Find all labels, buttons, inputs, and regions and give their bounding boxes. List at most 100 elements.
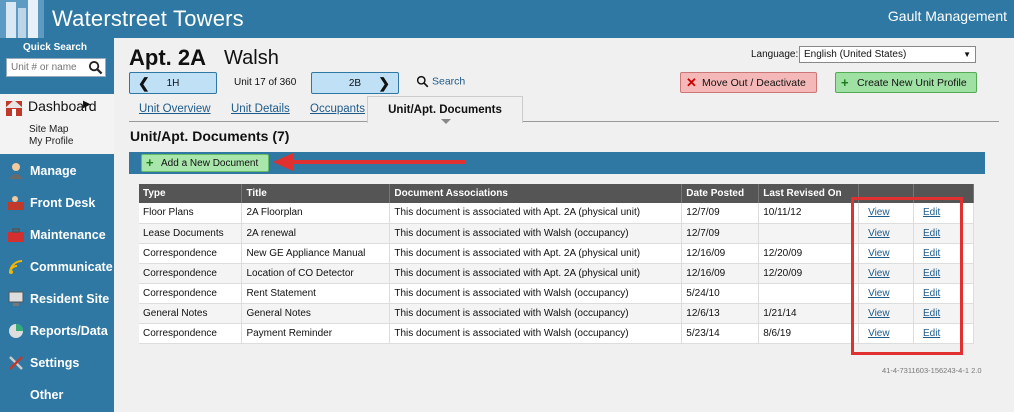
sidebar-item-communicate[interactable]: Communicate bbox=[0, 256, 114, 280]
cell-last-revised bbox=[758, 283, 860, 304]
cell-type: Lease Documents bbox=[139, 223, 243, 244]
quick-search-input[interactable] bbox=[7, 59, 87, 76]
cell-date-posted: 12/6/13 bbox=[681, 303, 760, 324]
cell-title: 2A renewal bbox=[241, 223, 391, 244]
cell-title: New GE Appliance Manual bbox=[241, 243, 391, 264]
cell-associations: This document is associated with Walsh (… bbox=[389, 223, 683, 244]
toolbox-icon bbox=[8, 228, 24, 242]
tab-unit-overview[interactable]: Unit Overview bbox=[139, 103, 211, 115]
sidebar: Quick Search Dashboard ▶ Site Map My Pro… bbox=[0, 38, 114, 412]
annotation-highlight-box bbox=[851, 197, 963, 355]
column-header-last-revised[interactable]: Last Revised On bbox=[758, 184, 860, 203]
sidebar-item-maintenance[interactable]: Maintenance bbox=[0, 224, 114, 248]
tab-unit-documents[interactable]: Unit/Apt. Documents bbox=[367, 96, 523, 124]
sidebar-item-other[interactable]: Other bbox=[0, 384, 114, 408]
close-icon: ✕ bbox=[686, 75, 697, 90]
cell-title: Payment Reminder bbox=[241, 323, 391, 344]
version-string: 41-4-7311603-156243-4-1 2.0 bbox=[882, 366, 982, 375]
search-icon[interactable] bbox=[88, 60, 103, 75]
search-icon bbox=[416, 75, 429, 88]
active-tab-indicator-icon bbox=[441, 119, 451, 124]
table-header-row: Type Title Document Associations Date Po… bbox=[139, 184, 974, 203]
chevron-right-icon: ❯ bbox=[378, 75, 390, 91]
cell-associations: This document is associated with Walsh (… bbox=[389, 283, 683, 304]
cell-type: Correspondence bbox=[139, 243, 243, 264]
language-label: Language: bbox=[751, 49, 799, 60]
tools-icon bbox=[9, 356, 23, 370]
cell-title: Location of CO Detector bbox=[241, 263, 391, 284]
sidebar-item-reports-data[interactable]: Reports/Data bbox=[0, 320, 114, 344]
cell-date-posted: 5/23/14 bbox=[681, 323, 760, 344]
company-name: Gault Management bbox=[887, 8, 1007, 24]
table-row: Correspondence New GE Appliance Manual T… bbox=[139, 243, 974, 264]
cell-associations: This document is associated with Apt. 2A… bbox=[389, 263, 683, 284]
cell-date-posted: 12/7/09 bbox=[681, 223, 760, 244]
section-title: Unit/Apt. Documents (7) bbox=[130, 128, 290, 144]
add-document-button[interactable]: + Add a New Document bbox=[141, 154, 269, 172]
site-map-link[interactable]: Site Map bbox=[29, 124, 68, 135]
table-row: Correspondence Location of CO Detector T… bbox=[139, 263, 974, 284]
dashboard-arrow-icon: ▶ bbox=[83, 99, 91, 110]
cell-title: 2A Floorplan bbox=[241, 203, 391, 224]
cell-title: General Notes bbox=[241, 303, 391, 324]
column-header-title[interactable]: Title bbox=[241, 184, 391, 203]
cell-type: Correspondence bbox=[139, 263, 243, 284]
sidebar-item-resident-site[interactable]: Resident Site bbox=[0, 288, 114, 312]
user-icon bbox=[9, 163, 23, 179]
cell-type: Correspondence bbox=[139, 323, 243, 344]
chart-icon bbox=[9, 324, 23, 338]
cell-type: Floor Plans bbox=[139, 203, 243, 224]
my-profile-link[interactable]: My Profile bbox=[29, 136, 73, 147]
cell-associations: This document is associated with Walsh (… bbox=[389, 323, 683, 344]
app-title: Waterstreet Towers bbox=[52, 6, 244, 31]
unit-position: Unit 17 of 360 bbox=[234, 77, 297, 88]
chevron-down-icon: ▼ bbox=[963, 50, 971, 59]
cell-associations: This document is associated with Walsh (… bbox=[389, 303, 683, 324]
monitor-icon bbox=[8, 291, 24, 306]
sidebar-item-dashboard[interactable]: Dashboard ▶ Site Map My Profile bbox=[0, 94, 114, 154]
column-header-type[interactable]: Type bbox=[139, 184, 243, 203]
prev-unit-button[interactable]: ❮ 1H bbox=[129, 72, 217, 94]
cell-last-revised bbox=[758, 223, 860, 244]
create-unit-button[interactable]: + Create New Unit Profile bbox=[835, 72, 977, 93]
table-row: Lease Documents 2A renewal This document… bbox=[139, 223, 974, 244]
sidebar-item-manage[interactable]: Manage bbox=[0, 160, 114, 184]
cell-date-posted: 12/7/09 bbox=[681, 203, 760, 224]
cell-date-posted: 5/24/10 bbox=[681, 283, 760, 304]
tab-unit-details[interactable]: Unit Details bbox=[231, 103, 290, 115]
resident-name: Walsh bbox=[224, 47, 279, 69]
annotation-arrow-icon bbox=[273, 153, 465, 171]
cell-title: Rent Statement bbox=[241, 283, 391, 304]
quick-search-box bbox=[6, 58, 106, 77]
tab-occupants[interactable]: Occupants bbox=[310, 103, 365, 115]
cell-date-posted: 12/16/09 bbox=[681, 243, 760, 264]
column-header-associations[interactable]: Document Associations bbox=[389, 184, 683, 203]
cell-last-revised: 12/20/09 bbox=[758, 263, 860, 284]
unit-title: Apt. 2A bbox=[129, 45, 206, 70]
plus-icon: + bbox=[841, 75, 849, 90]
document-action-bar: + Add a New Document bbox=[129, 152, 985, 174]
table-row: Correspondence Rent Statement This docum… bbox=[139, 283, 974, 304]
quick-search-label: Quick Search bbox=[23, 42, 87, 53]
home-icon bbox=[5, 100, 23, 116]
sidebar-item-settings[interactable]: Settings bbox=[0, 352, 114, 376]
building-logo-icon bbox=[0, 0, 44, 38]
table-row: Floor Plans 2A Floorplan This document i… bbox=[139, 203, 974, 224]
table-row: General Notes General Notes This documen… bbox=[139, 303, 974, 324]
column-header-date-posted[interactable]: Date Posted bbox=[681, 184, 760, 203]
cell-last-revised: 8/6/19 bbox=[758, 323, 860, 344]
next-unit-button[interactable]: 2B ❯ bbox=[311, 72, 399, 94]
documents-table: Type Title Document Associations Date Po… bbox=[139, 184, 974, 344]
unit-search-link[interactable]: Search bbox=[416, 75, 465, 88]
sidebar-item-front-desk[interactable]: Front Desk bbox=[0, 192, 114, 216]
cell-type: General Notes bbox=[139, 303, 243, 324]
cell-last-revised: 10/11/12 bbox=[758, 203, 860, 224]
main-content: Apt. 2A Walsh Language: English (United … bbox=[114, 38, 1014, 412]
cell-type: Correspondence bbox=[139, 283, 243, 304]
move-out-button[interactable]: ✕ Move Out / Deactivate bbox=[680, 72, 817, 93]
tab-bar: Unit Overview Unit Details Occupants Uni… bbox=[129, 96, 999, 124]
table-row: Correspondence Payment Reminder This doc… bbox=[139, 323, 974, 344]
language-select[interactable]: English (United States) ▼ bbox=[799, 46, 976, 63]
app-header: Waterstreet Towers Gault Management bbox=[0, 0, 1014, 38]
cell-date-posted: 12/16/09 bbox=[681, 263, 760, 284]
